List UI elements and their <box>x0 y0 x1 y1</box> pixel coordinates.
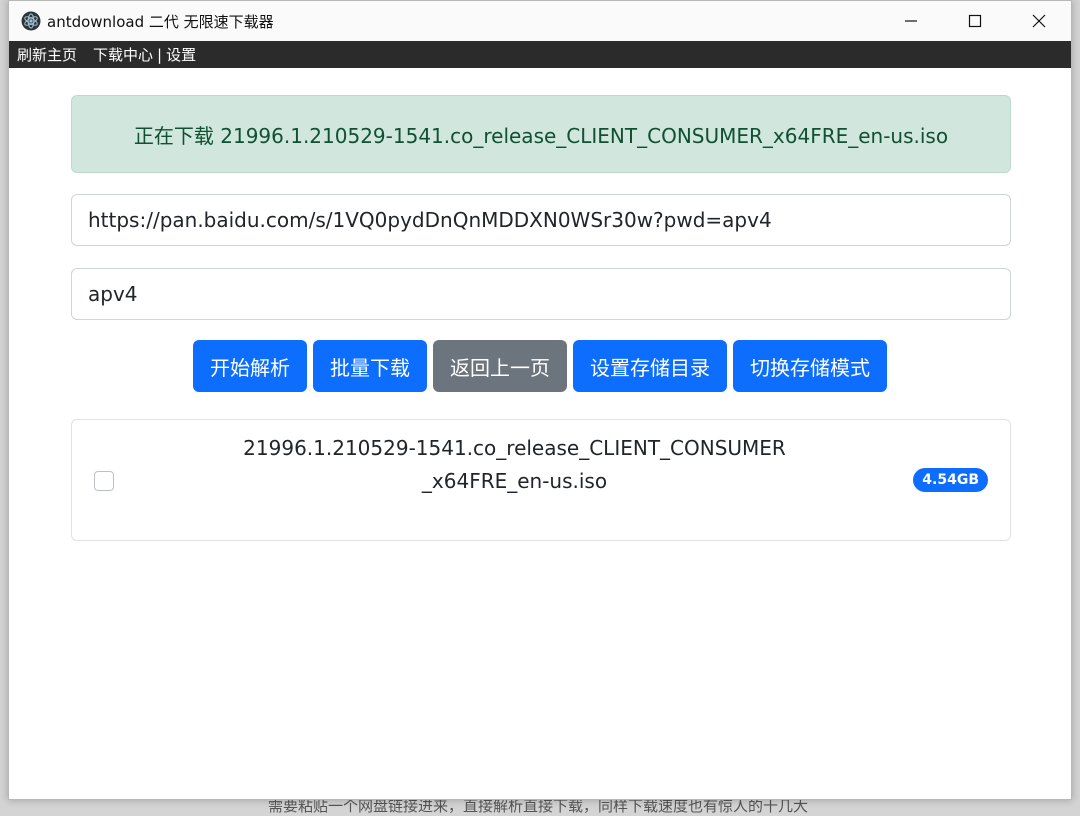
menu-item-settings[interactable]: 设置 <box>166 44 196 65</box>
menu-item-download-center[interactable]: 下载中心 <box>93 44 153 65</box>
close-button[interactable] <box>1007 1 1071 41</box>
maximize-icon <box>968 14 982 28</box>
start-parse-button[interactable]: 开始解析 <box>193 340 307 392</box>
app-window: antdownload 二代 无限速下载器 刷新主页 下载中心 | 设置 正在下… <box>8 0 1072 800</box>
window-controls <box>879 1 1071 41</box>
maximize-button[interactable] <box>943 1 1007 41</box>
close-icon <box>1032 14 1046 28</box>
switch-storage-mode-button[interactable]: 切换存储模式 <box>733 340 887 392</box>
file-name: 21996.1.210529-1541.co_release_CLIENT_CO… <box>243 436 786 493</box>
file-select-checkbox[interactable] <box>94 471 114 491</box>
batch-download-button[interactable]: 批量下载 <box>313 340 427 392</box>
minimize-icon <box>905 20 917 22</box>
action-buttons: 开始解析 批量下载 返回上一页 设置存储目录 切换存储模式 <box>9 340 1071 392</box>
share-link-input[interactable] <box>71 194 1011 246</box>
download-status-text: 正在下载 21996.1.210529-1541.co_release_CLIE… <box>133 123 949 148</box>
set-storage-dir-button[interactable]: 设置存储目录 <box>573 340 727 392</box>
title-bar: antdownload 二代 无限速下载器 <box>9 1 1071 41</box>
back-button[interactable]: 返回上一页 <box>433 340 567 392</box>
menu-bar: 刷新主页 下载中心 | 设置 <box>9 41 1071 68</box>
file-list-item: 21996.1.210529-1541.co_release_CLIENT_CO… <box>71 419 1011 541</box>
extract-code-input[interactable] <box>71 268 1011 320</box>
file-size-badge: 4.54GB <box>913 468 988 492</box>
app-logo-icon <box>21 11 41 31</box>
minimize-button[interactable] <box>879 1 943 41</box>
download-status-alert: 正在下载 21996.1.210529-1541.co_release_CLIE… <box>71 95 1011 173</box>
window-title: antdownload 二代 无限速下载器 <box>47 12 274 31</box>
menu-item-refresh-home[interactable]: 刷新主页 <box>17 44 77 65</box>
menu-separator: | <box>157 45 163 64</box>
